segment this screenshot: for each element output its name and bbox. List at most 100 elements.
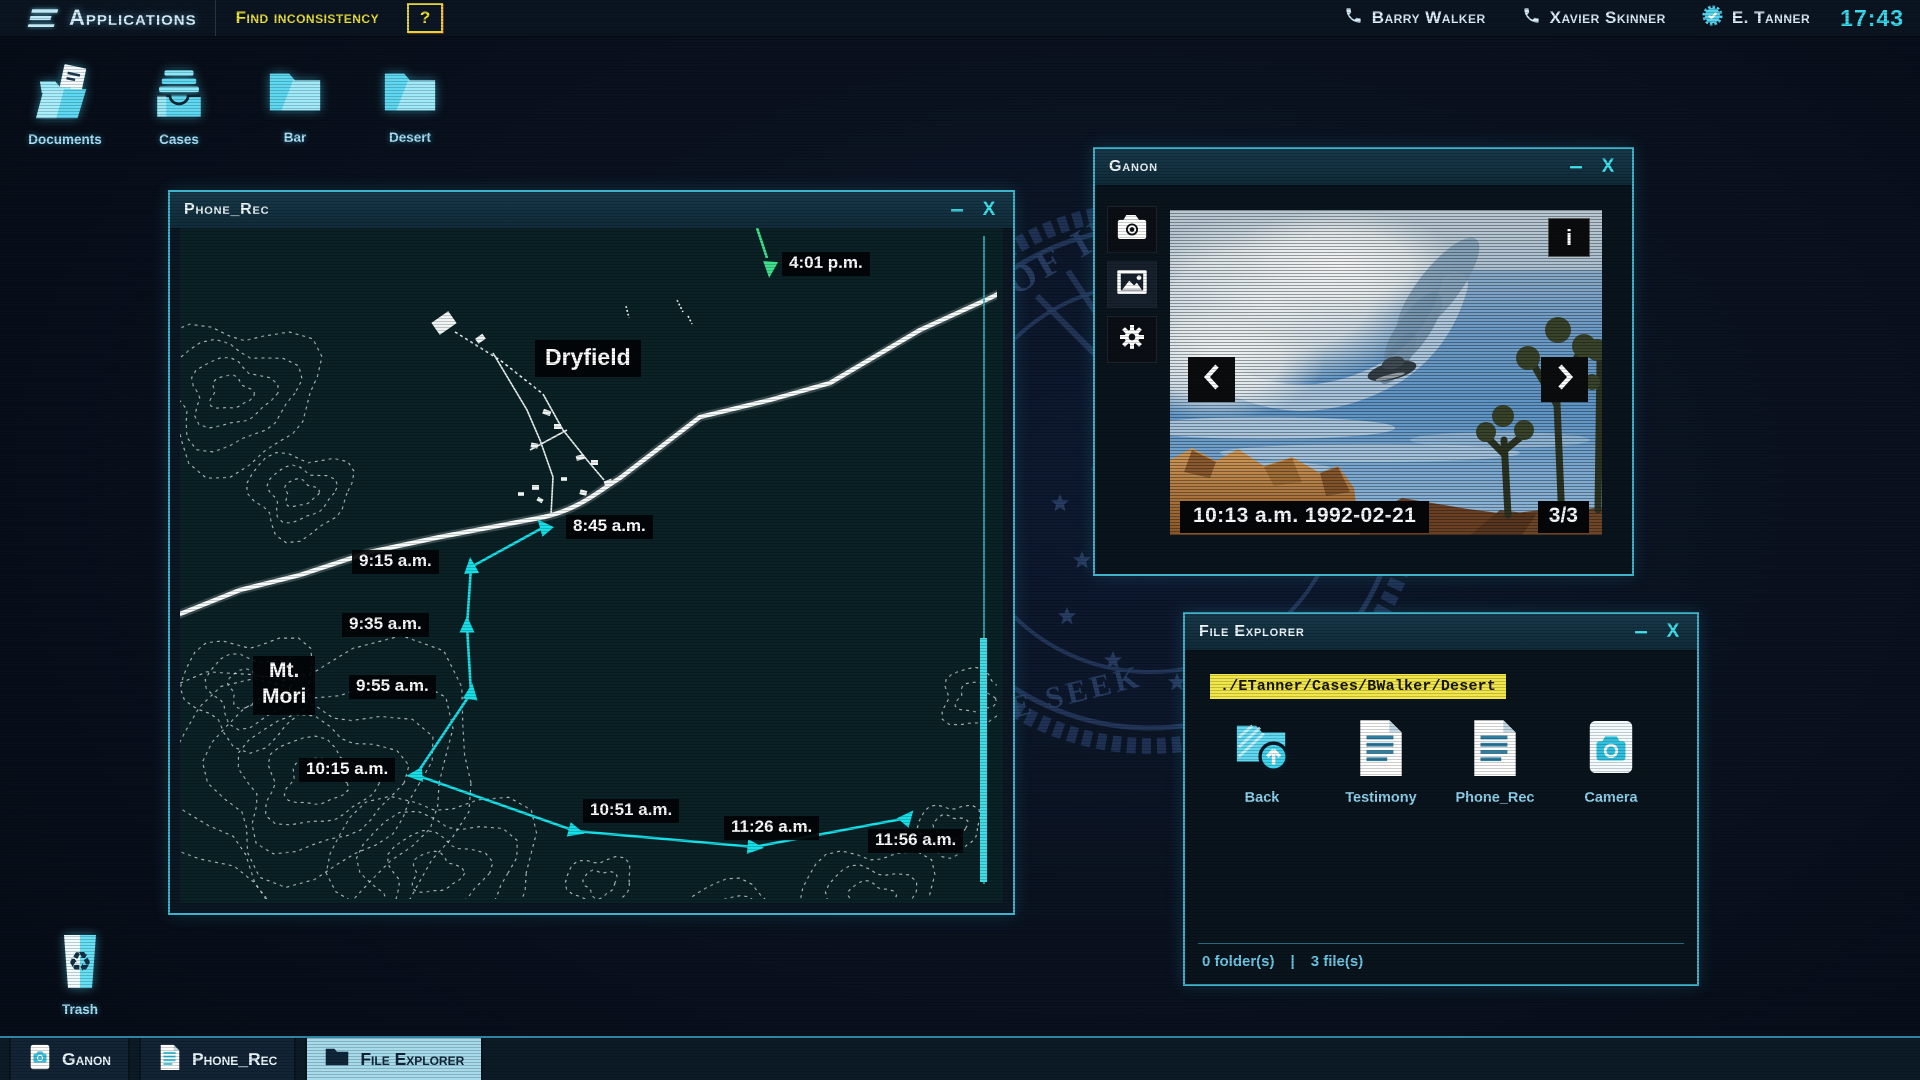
file-label: Phone_Rec	[1456, 790, 1535, 806]
desktop-icon-cases[interactable]: Cases	[133, 64, 225, 147]
contour-line	[583, 870, 617, 899]
camera-tool-button[interactable]	[1107, 206, 1157, 253]
minimize-button[interactable]: –	[941, 195, 973, 225]
top-menu-bar: Applications Find inconsistency ? Barry …	[0, 0, 1920, 37]
contour-line	[357, 811, 518, 899]
close-button[interactable]: X	[973, 192, 1005, 228]
mountain-label: Mt.Mori	[253, 656, 315, 715]
clock: 17:43	[1840, 5, 1904, 32]
window-title: Phone_Rec	[184, 201, 941, 219]
contour-line	[848, 881, 896, 899]
previous-photo-button[interactable]	[1188, 357, 1235, 402]
camera-icon	[1115, 212, 1149, 247]
taskbar-label: Phone_Rec	[192, 1049, 277, 1070]
badge-check-icon	[1702, 5, 1723, 31]
topbar-divider	[215, 0, 216, 36]
contour-line	[800, 851, 935, 899]
phone-track-layer	[405, 228, 919, 855]
desktop-icon-bar[interactable]: Bar	[249, 64, 341, 145]
town-label: Dryfield	[535, 340, 641, 377]
picture-icon	[1115, 268, 1149, 301]
contact-name: Xavier Skinner	[1550, 8, 1666, 28]
icon-label: Bar	[284, 130, 307, 145]
contour-line	[180, 339, 302, 452]
contact-name: Barry Walker	[1372, 8, 1486, 28]
status-bar: 0 folder(s) | 3 file(s)	[1198, 943, 1684, 974]
breadcrumb-path: ./ETanner/Cases/BWalker/Desert	[1210, 674, 1506, 699]
desktop-icon-desert[interactable]: Desert	[364, 64, 456, 145]
taskbar-item-file-explorer[interactable]: File Explorer	[305, 1038, 483, 1080]
help-button[interactable]: ?	[407, 3, 443, 33]
camera-file-icon	[1584, 718, 1638, 781]
folder-up-icon	[1233, 718, 1291, 781]
contour-line	[285, 479, 320, 507]
phone-icon	[1522, 6, 1541, 30]
icon-label: Cases	[159, 132, 199, 147]
close-button[interactable]: X	[1657, 614, 1689, 650]
map-scrollbar-thumb[interactable]	[980, 638, 987, 882]
file-explorer-titlebar[interactable]: File Explorer – X	[1185, 614, 1697, 651]
taskbar-label: File Explorer	[360, 1049, 464, 1070]
gallery-tool-button[interactable]	[1107, 261, 1157, 308]
contour-line	[565, 857, 630, 899]
waypoint-time-label: 10:15 a.m.	[299, 758, 395, 782]
trash-icon-item[interactable]: ♻ Trash	[34, 932, 126, 1017]
file-count: 3 file(s)	[1311, 953, 1364, 970]
folder-icon	[324, 1045, 350, 1074]
waypoint-time-label: 10:51 a.m.	[583, 799, 679, 823]
trash-icon: ♻	[57, 932, 103, 997]
file-item-testimony[interactable]: Testimony	[1338, 718, 1424, 806]
document-icon	[158, 1044, 182, 1075]
minimize-button[interactable]: –	[1560, 152, 1592, 182]
status-divider: |	[1291, 953, 1295, 970]
contour-line	[247, 453, 354, 543]
applications-menu[interactable]: Applications	[69, 5, 197, 31]
waypoint-arrow	[747, 839, 765, 855]
main-road-glow	[180, 288, 997, 616]
icon-label: Trash	[62, 1002, 98, 1017]
file-item-back[interactable]: Back	[1219, 718, 1305, 806]
phone-icon	[1344, 6, 1363, 30]
desktop-icon-documents[interactable]: Documents	[19, 64, 111, 147]
minimize-button[interactable]: –	[1625, 617, 1657, 647]
icon-label: Desert	[389, 130, 431, 145]
phone-rec-window: Phone_Rec – X	[168, 190, 1015, 915]
taskbar-item-ganon[interactable]: Ganon	[9, 1038, 130, 1080]
contour-line	[326, 796, 536, 899]
chevron-right-icon	[1554, 363, 1576, 396]
waypoint-time-label: 4:01 p.m.	[782, 252, 870, 276]
settings-tool-button[interactable]	[1107, 316, 1157, 363]
contact-xavier-skinner[interactable]: Xavier Skinner	[1522, 6, 1666, 30]
town-roads	[455, 300, 692, 515]
contour-line	[192, 357, 278, 428]
icon-label: Documents	[28, 132, 102, 147]
taskbar-item-phone-rec[interactable]: Phone_Rec	[139, 1038, 296, 1080]
map-view[interactable]: 4:01 p.m.8:45 a.m.9:15 a.m.9:35 a.m.9:55…	[180, 228, 1003, 903]
find-inconsistency-button[interactable]: Find inconsistency	[236, 8, 379, 28]
contour-line	[703, 896, 784, 899]
contact-barry-walker[interactable]: Barry Walker	[1344, 6, 1486, 30]
waypoint-time-label: 11:26 a.m.	[724, 816, 819, 840]
contact-e-tanner[interactable]: E. Tanner	[1702, 5, 1810, 31]
file-explorer-window: File Explorer – X ./ETanner/Cases/BWalke…	[1183, 612, 1699, 986]
contour-line	[180, 679, 453, 899]
contour-line	[825, 865, 916, 899]
file-label: Camera	[1584, 790, 1637, 806]
ufo-photo: i 10:13 a.m. 1992-02-21 3/3	[1170, 210, 1602, 535]
menu-icon[interactable]	[28, 9, 58, 27]
chevron-left-icon	[1201, 363, 1223, 396]
file-item-camera[interactable]: Camera	[1568, 718, 1654, 806]
gear-icon	[1116, 321, 1148, 358]
phone-rec-titlebar[interactable]: Phone_Rec – X	[170, 192, 1013, 229]
window-title: Ganon	[1109, 158, 1560, 176]
close-button[interactable]: X	[1592, 149, 1624, 185]
next-photo-button[interactable]	[1541, 357, 1588, 402]
waypoint-arrow	[897, 806, 919, 828]
waypoint-arrow	[460, 616, 475, 633]
open-folder-icon	[34, 64, 96, 127]
ganon-titlebar[interactable]: Ganon – X	[1095, 149, 1632, 186]
ganon-toolbar	[1107, 206, 1157, 363]
photo-timestamp: 10:13 a.m. 1992-02-21	[1180, 501, 1429, 533]
info-button[interactable]: i	[1548, 218, 1590, 257]
file-item-phone-rec[interactable]: Phone_Rec	[1452, 718, 1538, 806]
